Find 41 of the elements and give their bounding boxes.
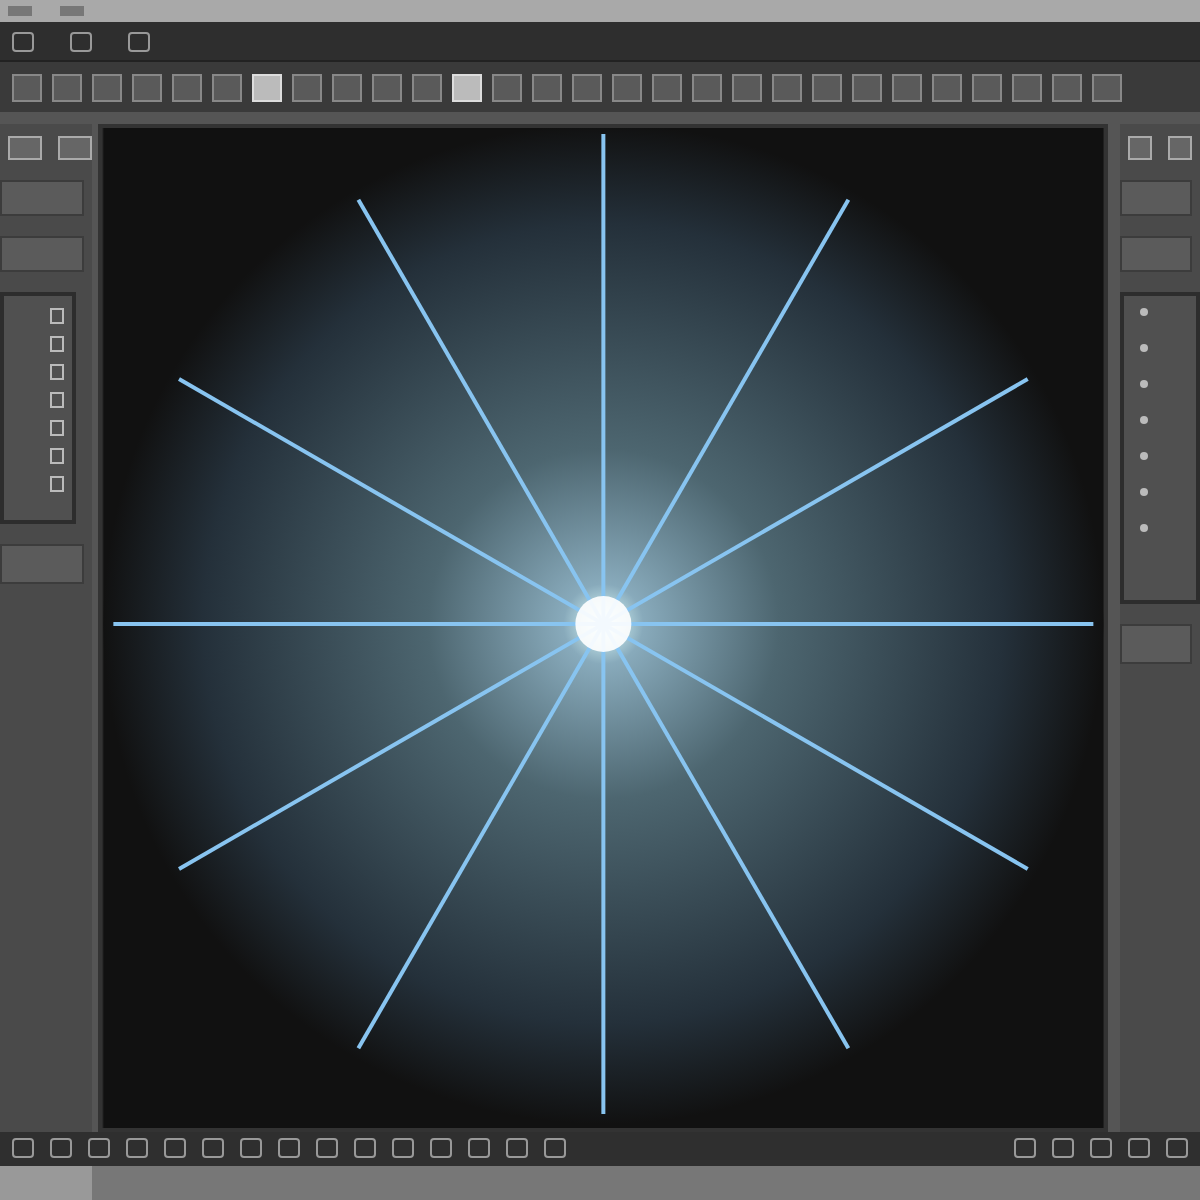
tool-icon[interactable] xyxy=(88,1138,110,1159)
tool-icon[interactable] xyxy=(544,1138,566,1159)
tool-icon[interactable] xyxy=(126,1138,148,1159)
tool-icon[interactable] xyxy=(1166,1138,1188,1159)
tool-icon[interactable] xyxy=(506,1138,528,1159)
input-field[interactable] xyxy=(0,235,84,272)
tool-icon[interactable] xyxy=(164,1138,186,1159)
tool-icon[interactable] xyxy=(468,1138,490,1159)
layer-icon[interactable] xyxy=(1140,523,1149,532)
tool-icon[interactable] xyxy=(12,1138,34,1159)
tool-icon[interactable] xyxy=(240,1138,262,1159)
input-field[interactable] xyxy=(0,543,84,584)
input-field[interactable] xyxy=(0,179,84,216)
input-field[interactable] xyxy=(1120,179,1192,216)
tool-icon[interactable] xyxy=(278,1138,300,1159)
input-field[interactable] xyxy=(1120,623,1192,664)
tool-icon[interactable] xyxy=(50,1138,72,1159)
input-field[interactable] xyxy=(1120,235,1192,272)
option-icon[interactable] xyxy=(128,31,150,52)
panel-icon[interactable] xyxy=(1128,135,1153,160)
tool-icon[interactable] xyxy=(1052,1138,1074,1159)
tool-icon[interactable] xyxy=(1014,1138,1036,1159)
layer-icon[interactable] xyxy=(1140,307,1149,316)
layer-icon[interactable] xyxy=(1140,487,1149,496)
layer-icon[interactable] xyxy=(1140,379,1149,388)
panel-icon[interactable] xyxy=(8,135,42,160)
tool-icon[interactable] xyxy=(430,1138,452,1159)
tool-icon[interactable] xyxy=(392,1138,414,1159)
layer-icon[interactable] xyxy=(1140,343,1149,352)
panel-icon[interactable] xyxy=(58,135,92,160)
option-icon[interactable] xyxy=(70,31,92,52)
tool-icon[interactable] xyxy=(316,1138,338,1159)
tool-icon[interactable] xyxy=(1128,1138,1150,1159)
document-tab[interactable] xyxy=(0,1165,92,1200)
panel-icon[interactable] xyxy=(1168,135,1193,160)
tool-icon[interactable] xyxy=(202,1138,224,1159)
option-icon[interactable] xyxy=(12,31,34,52)
layer-icon[interactable] xyxy=(1140,451,1149,460)
layer-icon[interactable] xyxy=(1140,415,1149,424)
tool-icon[interactable] xyxy=(354,1138,376,1159)
tool-icon[interactable] xyxy=(1090,1138,1112,1159)
